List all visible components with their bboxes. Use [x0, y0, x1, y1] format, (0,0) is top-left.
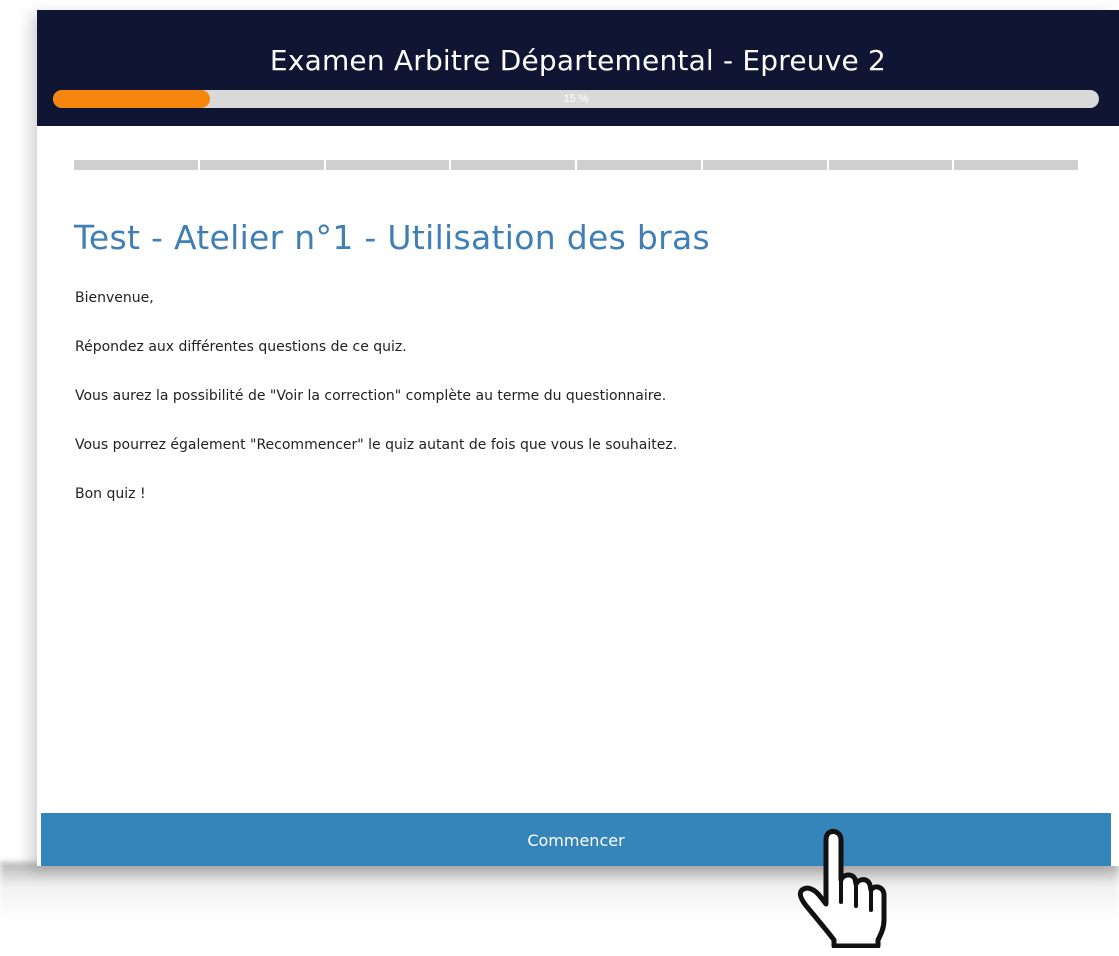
quiz-title: Test - Atelier n°1 - Utilisation des bra… — [74, 218, 710, 257]
step-segment — [702, 160, 827, 170]
intro-paragraph: Bon quiz ! — [75, 486, 146, 502]
intro-paragraph: Répondez aux différentes questions de ce… — [75, 339, 407, 355]
step-segment — [451, 160, 575, 170]
intro-paragraph: Vous pourrez également "Recommencer" le … — [75, 437, 678, 453]
hand-pointer-icon — [797, 829, 887, 948]
progress-label: 15 % — [563, 93, 589, 105]
step-segment — [577, 160, 701, 170]
intro-paragraph: Vous aurez la possibilité de "Voir la co… — [75, 388, 667, 404]
step-segment — [325, 160, 450, 170]
step-segment — [954, 160, 1078, 170]
step-segment — [74, 160, 198, 170]
exam-title: Examen Arbitre Départemental - Epreuve 2 — [269, 44, 887, 77]
quiz-header: Examen Arbitre Départemental - Epreuve 2… — [37, 10, 1119, 126]
intro-text: Bienvenue, Répondez aux différentes ques… — [75, 290, 1075, 535]
screen: Examen Arbitre Départemental - Epreuve 2… — [0, 0, 1119, 956]
step-segment — [828, 160, 953, 170]
progress-bar: 15 % — [53, 90, 1099, 108]
window-shadow — [0, 862, 1119, 922]
start-button[interactable]: Commencer — [41, 813, 1111, 866]
step-segment — [199, 160, 324, 170]
step-indicator — [74, 160, 1078, 170]
quiz-window: Examen Arbitre Départemental - Epreuve 2… — [37, 10, 1119, 866]
intro-paragraph: Bienvenue, — [75, 290, 154, 306]
